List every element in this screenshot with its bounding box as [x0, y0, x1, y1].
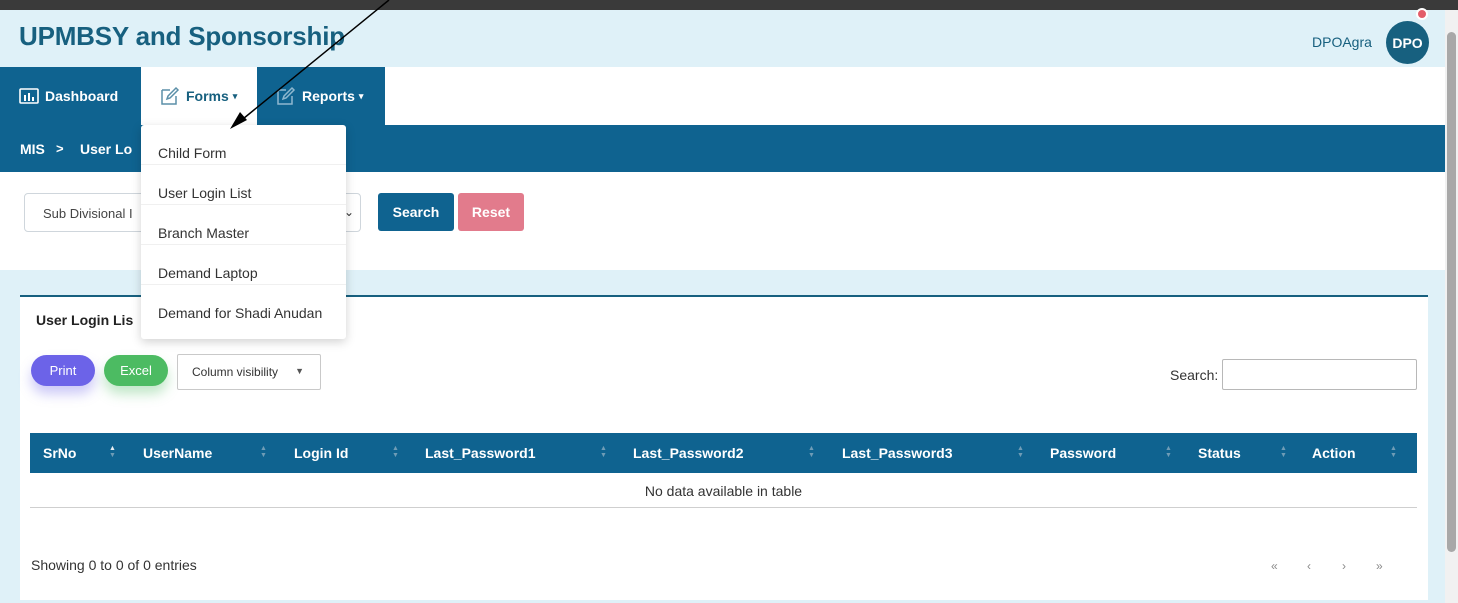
edit-icon	[161, 86, 180, 105]
column-visibility-button[interactable]: Column visibility ▼	[177, 354, 321, 390]
column-header-last-password1[interactable]: Last_Password1	[425, 433, 536, 473]
column-header-status[interactable]: Status	[1198, 433, 1241, 473]
nav-reports-label: Reports	[302, 88, 355, 104]
app-title: UPMBSY and Sponsorship	[19, 21, 345, 51]
pagination-first[interactable]: «	[1271, 559, 1278, 573]
pagination-last[interactable]: »	[1376, 559, 1383, 573]
nav-item-dashboard[interactable]: Dashboard	[19, 67, 118, 125]
sort-icon: ▲ ▼	[808, 445, 815, 459]
excel-button[interactable]: Excel	[104, 355, 168, 386]
menu-item-demand-for-shadi-anudan[interactable]: Demand for Shadi Anudan	[141, 285, 346, 325]
chevron-down-icon: ▾	[232, 90, 238, 101]
nav-item-reports[interactable]: Reports ▾	[274, 67, 363, 125]
notification-dot-icon	[1416, 8, 1428, 20]
reset-button[interactable]: Reset	[458, 193, 524, 231]
main-nav: Dashboard Forms ▾ Reports ▾	[0, 67, 385, 125]
menu-item-branch-master[interactable]: Branch Master	[141, 205, 346, 245]
table-empty-row: No data available in table	[30, 473, 1417, 508]
window-top-strip	[0, 0, 1458, 10]
pagination-prev[interactable]: ‹	[1307, 559, 1311, 573]
menu-item-user-login-list[interactable]: User Login List	[141, 165, 346, 205]
chevron-down-icon: ▾	[358, 90, 364, 101]
nav-item-forms[interactable]: Forms ▾	[141, 67, 257, 125]
column-header-last-password3[interactable]: Last_Password3	[842, 433, 953, 473]
column-header-last-password2[interactable]: Last_Password2	[633, 433, 744, 473]
column-header-login-id[interactable]: Login Id	[294, 433, 348, 473]
user-name[interactable]: DPOAgra	[1312, 34, 1372, 50]
print-button[interactable]: Print	[31, 355, 95, 386]
app-header: UPMBSY and Sponsorship DPOAgra DPO	[0, 10, 1445, 67]
nav-dashboard-label: Dashboard	[45, 88, 119, 104]
breadcrumb-root[interactable]: MIS	[20, 141, 45, 157]
nav-forms-label: Forms	[186, 88, 229, 104]
table-search-input[interactable]	[1222, 359, 1417, 390]
scrollbar-thumb[interactable]	[1447, 32, 1456, 552]
column-visibility-label: Column visibility	[192, 365, 279, 379]
column-header-username[interactable]: UserName	[143, 433, 212, 473]
sort-icon: ▲ ▼	[1390, 445, 1397, 459]
edit-icon	[277, 86, 296, 105]
column-header-action[interactable]: Action	[1312, 433, 1356, 473]
sort-icon: ▲ ▼	[1165, 445, 1172, 459]
card-title: User Login Lis	[36, 312, 134, 328]
triangle-down-icon: ▼	[295, 366, 304, 376]
sort-icon: ▲ ▼	[600, 445, 607, 459]
table-search-label: Search:	[1170, 367, 1219, 383]
column-header-srno[interactable]: SrNo	[43, 433, 76, 473]
forms-dropdown-menu: Child Form User Login List Branch Master…	[141, 125, 346, 339]
page-scrollbar[interactable]	[1445, 10, 1458, 603]
sort-icon: ▲ ▼	[260, 445, 267, 459]
table-info: Showing 0 to 0 of 0 entries	[31, 557, 197, 573]
dashboard-icon	[19, 88, 39, 104]
column-header-password[interactable]: Password	[1050, 433, 1116, 473]
sort-icon: ▲ ▼	[1017, 445, 1024, 459]
sort-icon: ▲ ▼	[109, 445, 116, 459]
table-header: SrNo ▲ ▼ UserName ▲ ▼ Login Id ▲ ▼ Last_Pas…	[30, 433, 1417, 473]
menu-item-child-form[interactable]: Child Form	[141, 125, 346, 165]
sort-icon: ▲ ▼	[392, 445, 399, 459]
breadcrumb-separator: >	[56, 141, 64, 156]
user-login-list-card: User Login Lis Print Excel Column visibi…	[20, 295, 1428, 600]
breadcrumb-current: User Lo	[80, 141, 133, 157]
sort-icon: ▲ ▼	[1280, 445, 1287, 459]
avatar[interactable]: DPO	[1386, 21, 1429, 64]
pagination-next[interactable]: ›	[1342, 559, 1346, 573]
search-button[interactable]: Search	[378, 193, 454, 231]
menu-item-demand-laptop[interactable]: Demand Laptop	[141, 245, 346, 285]
select-value: Sub Divisional I	[43, 206, 133, 221]
